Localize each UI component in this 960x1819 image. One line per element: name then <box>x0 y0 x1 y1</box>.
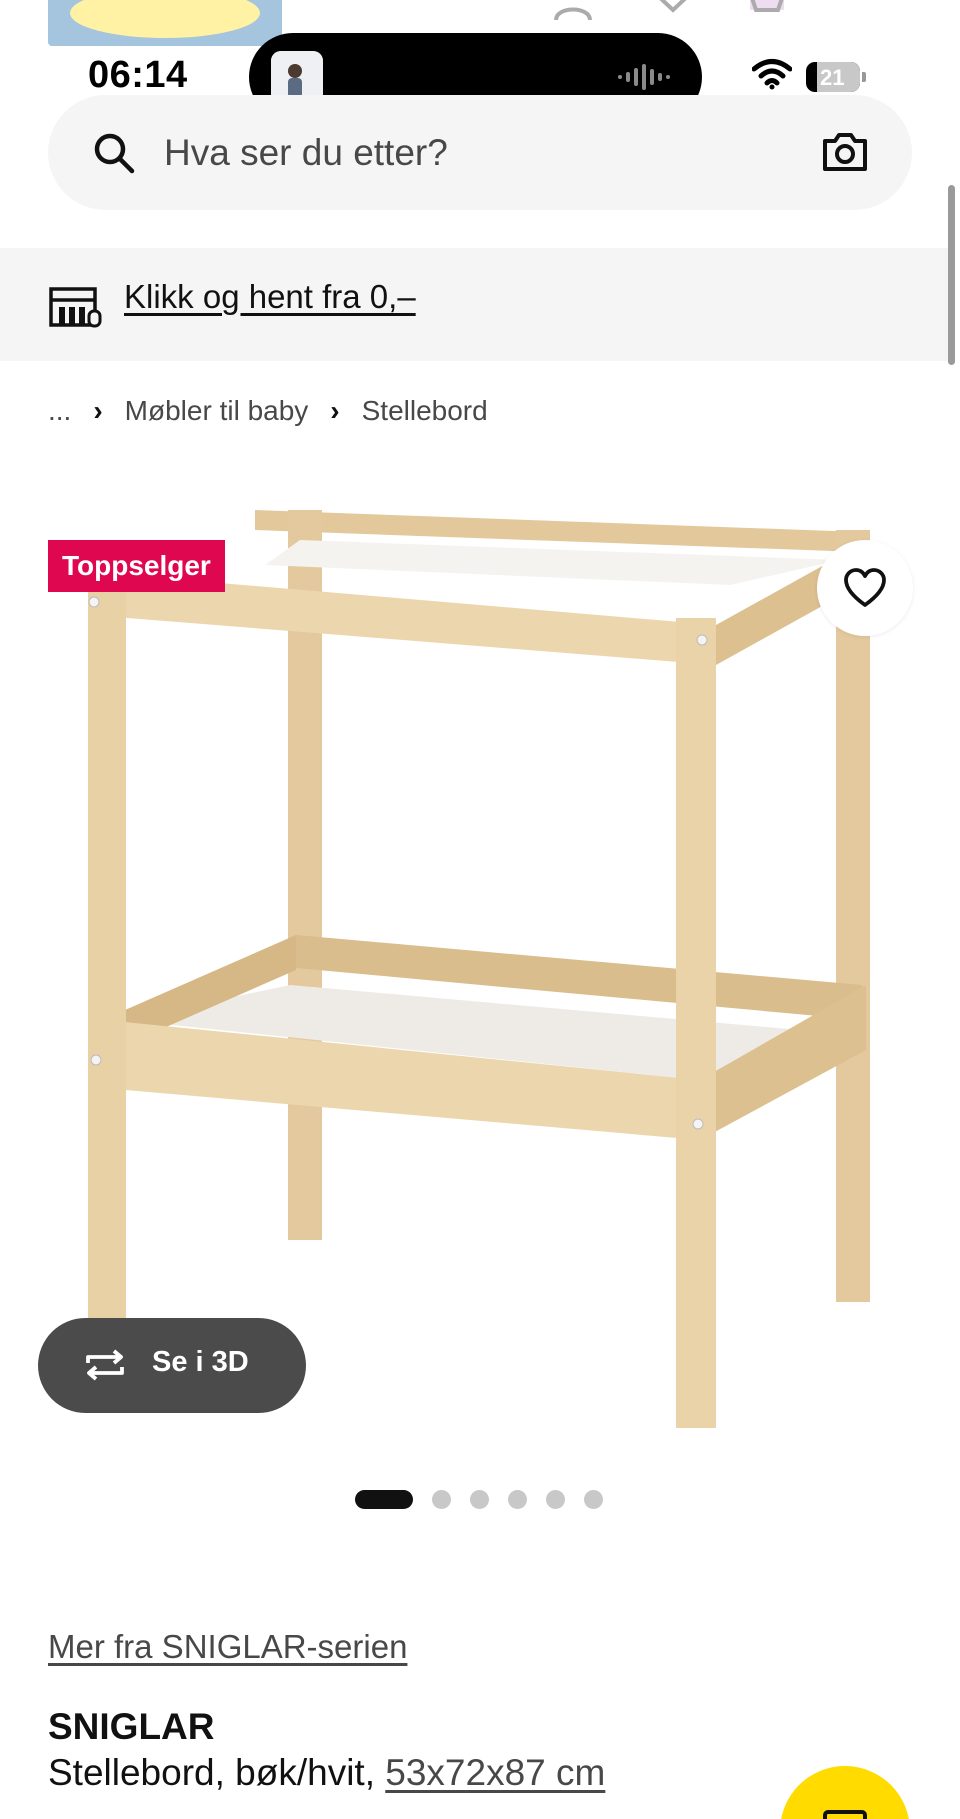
profile-icon[interactable] <box>552 0 594 20</box>
breadcrumb-item-changing-tables[interactable]: Stellebord <box>362 395 488 427</box>
product-description-text: Stellebord, bøk/hvit, <box>48 1752 386 1793</box>
view-in-3d-label: Se i 3D <box>152 1346 249 1378</box>
menu-icon[interactable] <box>842 0 884 20</box>
breadcrumb: ... › Møbler til baby › Stellebord <box>48 395 488 427</box>
image-carousel-dots <box>355 1488 622 1510</box>
store-icon <box>49 287 102 328</box>
carousel-dot[interactable] <box>546 1489 565 1509</box>
logo-oval <box>70 0 260 38</box>
top-seller-badge: Toppselger <box>48 540 225 592</box>
wishlist-icon[interactable] <box>652 0 694 20</box>
search-bar[interactable] <box>48 95 912 210</box>
camera-icon[interactable] <box>822 131 868 173</box>
chevron-right-icon: › <box>93 395 103 426</box>
favorite-button[interactable] <box>817 540 913 636</box>
breadcrumb-item-baby-furniture[interactable]: Møbler til baby <box>125 395 309 427</box>
chat-icon <box>823 1810 867 1819</box>
ikea-logo[interactable] <box>48 0 282 46</box>
product-image[interactable] <box>0 480 960 1460</box>
carousel-dot[interactable] <box>355 1489 413 1509</box>
search-icon[interactable] <box>92 131 136 175</box>
chat-button[interactable] <box>780 1766 910 1819</box>
battery-level-text: 21 <box>820 65 845 90</box>
audio-wave-icon <box>618 64 670 90</box>
pickup-banner: Klikk og hent fra 0,– <box>0 248 948 361</box>
heart-icon <box>844 568 886 607</box>
battery-body: 21 <box>806 62 860 92</box>
battery-cap <box>862 72 866 82</box>
status-time: 06:14 <box>88 54 188 96</box>
rotate-3d-icon <box>86 1349 124 1381</box>
product-size-link[interactable]: 53x72x87 cm <box>385 1752 605 1793</box>
series-link[interactable]: Mer fra SNIGLAR-serien <box>48 1628 407 1666</box>
product-name: SNIGLAR <box>48 1706 215 1747</box>
view-in-3d-button[interactable]: Se i 3D <box>38 1318 306 1413</box>
chevron-right-icon: › <box>330 395 340 426</box>
breadcrumb-ellipsis[interactable]: ... <box>48 395 71 427</box>
carousel-dot[interactable] <box>508 1489 527 1509</box>
search-input[interactable] <box>164 125 724 181</box>
wifi-icon <box>752 59 792 90</box>
scrollbar[interactable] <box>948 185 955 365</box>
carousel-dot[interactable] <box>470 1489 489 1509</box>
carousel-dot[interactable] <box>584 1489 603 1509</box>
carousel-dot[interactable] <box>432 1489 451 1509</box>
click-and-collect-link[interactable]: Klikk og hent fra 0,– <box>124 278 416 316</box>
product-description: Stellebord, bøk/hvit, 53x72x87 cm <box>48 1752 605 1794</box>
cart-icon[interactable] <box>746 0 788 20</box>
battery-icon: 21 <box>806 62 866 92</box>
